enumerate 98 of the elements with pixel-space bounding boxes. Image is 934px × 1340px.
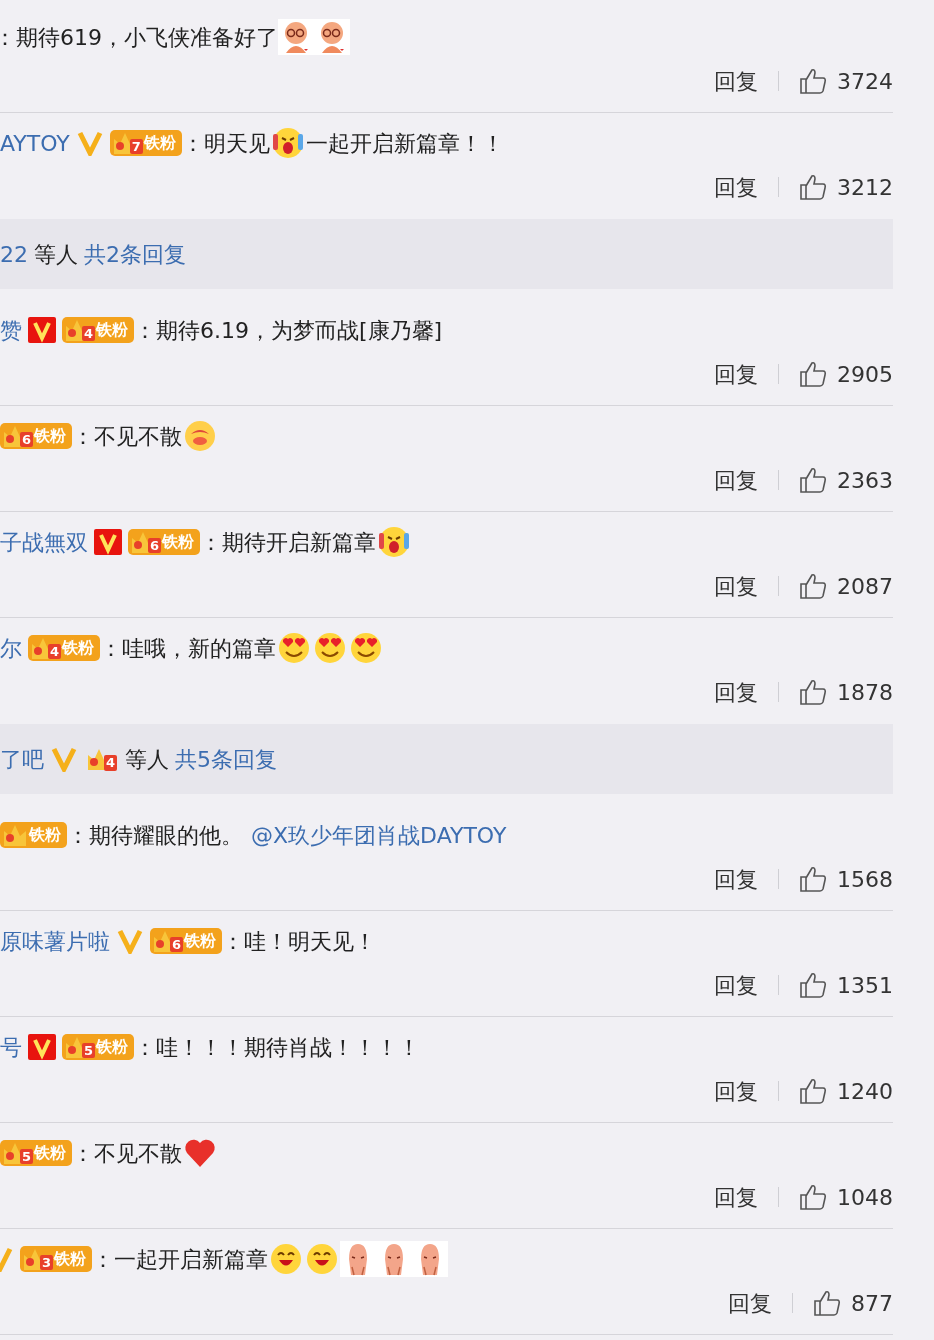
like-count: 877 [851, 1289, 893, 1318]
comment-text: ：哇！明天见！ [222, 927, 377, 956]
verified-icon [75, 130, 104, 156]
reply-button[interactable]: 回复 [714, 170, 758, 204]
mention-link[interactable]: @X玖少年团肖战DAYTOY [251, 818, 507, 852]
badge-level: 6 [20, 432, 34, 447]
reply-button[interactable]: 回复 [714, 463, 758, 497]
like-button[interactable]: 1568 [799, 862, 893, 896]
user-name-link[interactable]: 尔 [0, 631, 22, 665]
badge-label: 铁粉 [96, 320, 129, 340]
like-count: 2363 [837, 466, 893, 495]
badge-level: 4 [104, 755, 118, 771]
badge-level: 4 [48, 644, 62, 659]
thumbs-up-icon [799, 678, 827, 706]
user-name-link[interactable]: 22 [0, 237, 28, 271]
reply-button[interactable]: 回复 [714, 569, 758, 603]
thumbs-up-icon [799, 572, 827, 600]
badge-label: 铁粉 [34, 426, 67, 446]
like-count: 2905 [837, 360, 893, 389]
thumbs-up-icon [799, 865, 827, 893]
like-count: 1351 [837, 971, 893, 1000]
reply-button[interactable]: 回复 [728, 1286, 772, 1320]
thumbs-up-icon [799, 67, 827, 95]
comment-text: ：期待开启新篇章 [200, 528, 377, 557]
thumbs-up-icon [799, 466, 827, 494]
like-count: 1240 [837, 1077, 893, 1106]
comment-text: ：明天见 [181, 129, 270, 158]
comment-text: ：期待619，小飞侠准备好了 [0, 23, 278, 52]
badge-label: 铁粉 [29, 825, 61, 845]
verified-icon [28, 317, 56, 343]
reply-button[interactable]: 回复 [714, 1074, 758, 1108]
comment-text: ：一起开启新篇章 [92, 1245, 269, 1274]
verified-icon [94, 529, 122, 555]
comment-text: 一起开启新篇章！！ [305, 129, 504, 158]
like-button[interactable]: 1351 [799, 968, 893, 1002]
reply-button[interactable]: 回复 [714, 862, 758, 896]
badge-label: 铁粉 [96, 1037, 129, 1057]
user-name-link[interactable]: AYTOY [0, 126, 70, 160]
badge-label: 铁粉 [162, 532, 195, 552]
badge-label: 铁粉 [34, 1143, 67, 1163]
verified-icon [116, 928, 144, 954]
like-count: 1568 [837, 865, 893, 894]
like-count: 1048 [837, 1183, 893, 1212]
thumbs-up-icon [799, 971, 827, 999]
cartoon-figure-icon [340, 1241, 377, 1277]
comment-text: ：哇！！！期待肖战！！！！ [134, 1033, 421, 1062]
cartoon-figure-icon [278, 19, 314, 55]
user-name-link[interactable]: 赞 [0, 313, 22, 347]
reply-button[interactable]: 回复 [714, 968, 758, 1002]
like-button[interactable]: 877 [813, 1286, 893, 1320]
user-name-link[interactable]: 了吧 [0, 742, 44, 776]
badge-label: 铁粉 [54, 1249, 87, 1269]
thumbs-up-icon [799, 360, 827, 388]
reply-button[interactable]: 回复 [714, 675, 758, 709]
reply-button[interactable]: 回复 [714, 357, 758, 391]
like-count: 3724 [837, 67, 893, 96]
comment-text: ：不见不散 [72, 1139, 183, 1168]
like-button[interactable]: 3212 [799, 170, 893, 204]
badge-level: 5 [20, 1149, 34, 1164]
thumbs-up-icon [799, 173, 827, 201]
cartoon-figure-icon [412, 1241, 449, 1277]
like-button[interactable]: 1878 [799, 675, 893, 709]
comment-text: ：不见不散 [72, 422, 183, 451]
badge-label: 铁粉 [184, 931, 217, 951]
user-name-link[interactable]: 子战無双 [0, 525, 88, 559]
like-button[interactable]: 1240 [799, 1074, 893, 1108]
thumbs-up-icon [813, 1289, 841, 1317]
reply-button[interactable]: 回复 [714, 64, 758, 98]
like-button[interactable]: 3724 [799, 64, 893, 98]
badge-level: 4 [82, 326, 96, 341]
thumbs-up-icon [799, 1077, 827, 1105]
summary-text: 等人 [34, 240, 78, 269]
badge-level: 3 [40, 1255, 54, 1270]
summary-text: 等人 [125, 745, 170, 774]
view-replies-link[interactable]: 共2条回复 [84, 237, 186, 271]
like-button[interactable]: 2363 [799, 463, 893, 497]
user-name-link[interactable]: 号 [0, 1030, 22, 1064]
comment-text: ：哇哦，新的篇章 [100, 634, 277, 663]
view-replies-link[interactable]: 共5条回复 [175, 742, 278, 776]
like-count: 2087 [837, 572, 893, 601]
comment-text: ：期待6.19，为梦而战[康乃馨] [134, 316, 443, 345]
like-button[interactable]: 2905 [799, 357, 893, 391]
verified-icon [28, 1034, 56, 1060]
badge-label: 铁粉 [143, 133, 176, 153]
like-button[interactable]: 2087 [799, 569, 893, 603]
comment-text: ：期待耀眼的他。 [67, 821, 243, 850]
user-name-link[interactable]: 原味薯片啦 [0, 924, 110, 958]
reply-button[interactable]: 回复 [714, 1180, 758, 1214]
badge-level: 6 [170, 937, 184, 952]
badge-label: 铁粉 [62, 638, 95, 658]
like-count: 1878 [837, 678, 893, 707]
like-button[interactable]: 1048 [799, 1180, 893, 1214]
cartoon-figure-icon [314, 19, 350, 55]
thumbs-up-icon [799, 1183, 827, 1211]
badge-level: 6 [148, 538, 162, 553]
like-count: 3212 [837, 173, 893, 202]
verified-icon [50, 746, 78, 772]
badge-level: 5 [82, 1043, 96, 1058]
